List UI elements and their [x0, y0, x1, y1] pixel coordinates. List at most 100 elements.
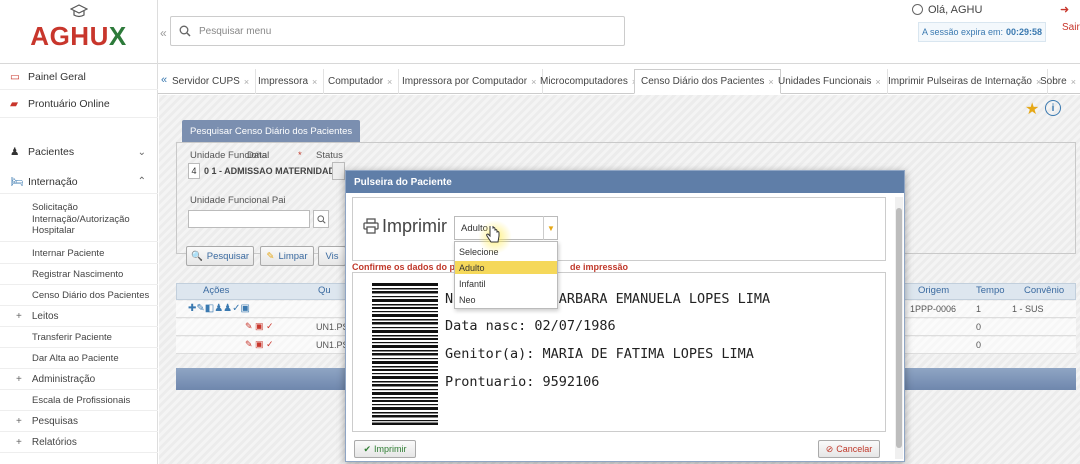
exit-link[interactable]: Sair — [1062, 22, 1080, 33]
sidebar-label: Administração — [31, 373, 96, 385]
sidebar-label: Internação — [28, 175, 78, 188]
close-icon[interactable]: × — [1071, 77, 1076, 87]
cell-tempo: 0 — [976, 322, 982, 332]
modal-title: Pulseira do Paciente — [346, 171, 904, 193]
sidebar-label: Internar Paciente — [32, 248, 105, 259]
tab-impressora[interactable]: Impressora × — [252, 69, 325, 94]
chevron-up-icon: ⌃ — [137, 176, 146, 187]
lookup-button[interactable] — [332, 162, 345, 180]
button-label: Pesquisar — [206, 250, 250, 262]
sidebar-item-pesquisas[interactable]: + Pesquisas — [0, 411, 158, 432]
sidebar-item-internacao[interactable]: 🛏 Internação ⌃ — [0, 170, 158, 194]
panel-title: Pesquisar Censo Diário dos Pacientes — [182, 120, 361, 142]
tab-imprimir-pulseiras[interactable]: Imprimir Pulseiras de Internação × — [882, 69, 1049, 94]
limpar-button[interactable]: ✎ Limpar — [260, 246, 314, 266]
collapse-menu-icon[interactable]: « — [160, 26, 167, 40]
sidebar-label: Prontuário Online — [28, 97, 110, 110]
plus-icon: + — [16, 436, 22, 448]
tab-computador[interactable]: Computador × — [322, 69, 400, 94]
sidebar-item-transferir[interactable]: Transferir Paciente — [0, 327, 158, 348]
info-icon[interactable]: i — [1045, 100, 1061, 116]
sidebar-label: Registrar Nascimento — [32, 268, 124, 280]
person-icon: ♟ — [10, 146, 20, 158]
unidade-code-input[interactable]: 4 — [188, 163, 200, 179]
cell-tempo: 1 — [976, 304, 982, 314]
sidebar-item-dar-alta[interactable]: Dar Alta ao Paciente — [0, 348, 158, 369]
close-icon[interactable]: × — [387, 77, 392, 87]
unidade-pai-input[interactable] — [188, 210, 310, 228]
unidade-funcional-value[interactable]: 0 1 - ADMISSAO MATERNIDADE — [204, 163, 342, 179]
tab-label: Servidor CUPS — [172, 76, 240, 87]
sidebar-item-internar[interactable]: Internar Paciente — [0, 244, 158, 264]
label-line-record: Prontuario: 9592106 — [445, 374, 600, 390]
tab-impressora-por-computador[interactable]: Impressora por Computador × — [396, 69, 544, 94]
sidebar-label: Dar Alta ao Paciente — [32, 352, 119, 364]
row-actions-icons[interactable]: ✚✎◧♟♟✓▣ — [188, 303, 250, 314]
close-icon[interactable]: × — [244, 77, 249, 87]
sidebar-item-pacientes[interactable]: ♟ Pacientes ⌄ — [0, 140, 158, 164]
sidebar-label: Leitos — [31, 310, 59, 322]
close-icon[interactable]: × — [312, 77, 317, 87]
button-label: Imprimir — [374, 444, 407, 454]
sidebar-item-painel-geral[interactable]: ▭ Painel Geral — [0, 64, 158, 90]
sidebar-item-registrar-nascimento[interactable]: Registrar Nascimento — [0, 264, 158, 285]
tabs-scroll-left-icon[interactable]: « — [161, 74, 167, 86]
tab-label: Imprimir Pulseiras de Internação — [888, 76, 1032, 87]
sidebar-label: Painel Geral — [28, 70, 86, 83]
tab-label: Computador — [328, 76, 384, 87]
favorite-star-icon[interactable]: ★ — [1025, 99, 1039, 119]
label-line-parent: Genitor(a): MARIA DE FATIMA LOPES LIMA — [445, 346, 754, 362]
option-neo[interactable]: Neo — [455, 293, 557, 306]
tab-servidor-cups[interactable]: Servidor CUPS × — [170, 69, 257, 94]
sidebar-item-leitos[interactable]: + Leitos — [0, 306, 158, 327]
cancelar-button[interactable]: ⊘ Cancelar — [818, 440, 880, 458]
sidebar-label: Transferir Paciente — [32, 331, 112, 343]
plus-icon: + — [16, 373, 22, 385]
tab-label: Unidades Funcionais — [778, 76, 872, 87]
menu-search-field[interactable]: Pesquisar menu — [170, 16, 625, 46]
sidebar-label: Solicitação Internação/Autorização Hospi… — [32, 202, 130, 237]
confirm-text-right: de impressão — [570, 262, 629, 272]
col-tempo[interactable]: Tempo — [976, 285, 1005, 296]
close-icon[interactable]: × — [875, 77, 880, 87]
sidebar-item-administracao[interactable]: + Administração — [0, 369, 158, 390]
sidebar-label: Pacientes — [28, 146, 75, 158]
button-label: Cancelar — [836, 444, 873, 454]
session-time: 00:29:58 — [1006, 27, 1043, 37]
pesquisar-button[interactable]: 🔍 Pesquisar — [186, 246, 254, 266]
data-label: Data — [247, 150, 268, 161]
sidebar-item-relatorios[interactable]: + Relatórios — [0, 432, 158, 453]
imprimir-button[interactable]: ✔ Imprimir — [354, 440, 416, 458]
tab-sobre[interactable]: Sobre × — [1034, 69, 1080, 94]
label-line-birth: Data nasc: 02/07/1986 — [445, 318, 616, 334]
tab-unidades-funcionais[interactable]: Unidades Funcionais × — [772, 69, 888, 94]
plus-icon: + — [16, 415, 22, 427]
chevron-down-icon[interactable]: ▼ — [543, 216, 558, 240]
user-greeting[interactable]: Olá, AGHU — [928, 4, 982, 16]
search-button[interactable] — [313, 210, 329, 228]
tab-censo-diario[interactable]: Censo Diário dos Pacientes × — [634, 69, 781, 94]
exit-icon[interactable]: ➜ — [1060, 3, 1069, 16]
sidebar-item-censo[interactable]: Censo Diário dos Pacientes — [0, 285, 158, 306]
col-convenio[interactable]: Convênio — [1024, 285, 1064, 296]
sidebar-item-escala[interactable]: Escala de Profissionais — [0, 390, 158, 411]
col-acoes[interactable]: Ações — [203, 285, 229, 296]
tab-label: Microcomputadores — [540, 76, 628, 87]
option-infantil[interactable]: Infantil — [455, 277, 557, 290]
col-origem[interactable]: Origem — [918, 285, 949, 296]
row-actions-icons[interactable]: ✎ ▣ ✓ — [245, 321, 274, 332]
tab-microcomputadores[interactable]: Microcomputadores× — [534, 69, 645, 94]
visualizar-button[interactable]: Vis — [318, 246, 346, 266]
sidebar-item-solicitacao[interactable]: Solicitação Internação/Autorização Hospi… — [0, 198, 158, 242]
chevron-down-icon: ⌄ — [137, 146, 146, 158]
cell-origem: 1PPP-0006 — [910, 304, 957, 314]
option-adulto[interactable]: Adulto — [455, 261, 557, 274]
row-actions-icons[interactable]: ✎ ▣ ✓ — [245, 339, 274, 350]
sidebar-item-prontuario-online[interactable]: ▰ Prontuário Online — [0, 90, 158, 118]
col-qu[interactable]: Qu — [318, 285, 331, 296]
button-label: Limpar — [278, 250, 308, 262]
scrollbar-thumb[interactable] — [896, 208, 902, 448]
button-label: Vis — [325, 250, 339, 262]
plus-icon: + — [16, 310, 22, 322]
barcode-image — [372, 283, 438, 425]
